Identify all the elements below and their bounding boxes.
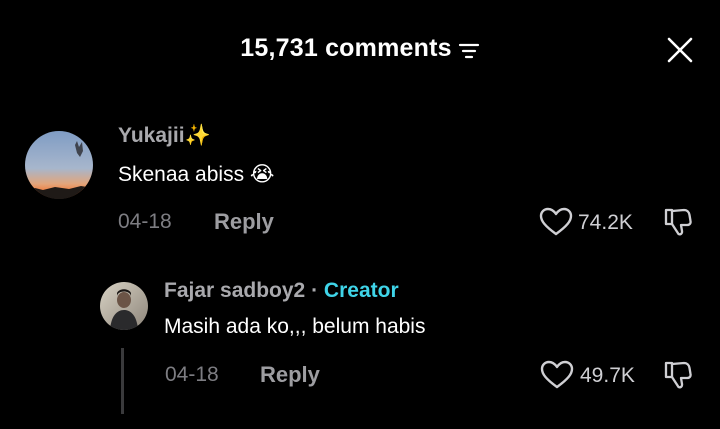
reply-header: Fajar sadboy2 · Creator: [164, 279, 399, 303]
close-icon[interactable]: [666, 36, 694, 64]
reply-username[interactable]: Fajar sadboy2: [164, 279, 305, 302]
reply-button[interactable]: Reply: [260, 362, 320, 388]
comments-header: 15,731 comments: [0, 0, 720, 104]
comment-text: Skenaa abiss 😭: [118, 163, 275, 186]
heart-icon[interactable]: [539, 207, 573, 237]
filter-sort-icon[interactable]: [458, 40, 480, 62]
reply-date: 04-18: [165, 363, 219, 386]
comment-username[interactable]: Yukajii✨: [118, 124, 211, 148]
dislike-icon[interactable]: [662, 206, 694, 238]
comment-date: 04-18: [118, 210, 172, 233]
like-count: 49.7K: [580, 364, 635, 387]
thread-line: [121, 348, 124, 414]
like-count: 74.2K: [578, 211, 633, 234]
heart-icon[interactable]: [540, 360, 574, 390]
avatar[interactable]: [100, 282, 148, 330]
comments-count-title: 15,731 comments: [240, 34, 452, 62]
username-separator: ·: [311, 279, 319, 302]
avatar[interactable]: [25, 131, 93, 199]
dislike-icon[interactable]: [662, 359, 694, 391]
reply-button[interactable]: Reply: [214, 209, 274, 235]
creator-badge: Creator: [323, 279, 399, 302]
reply-text: Masih ada ko,,, belum habis: [164, 315, 426, 338]
header-title-group: 15,731 comments: [0, 34, 720, 63]
